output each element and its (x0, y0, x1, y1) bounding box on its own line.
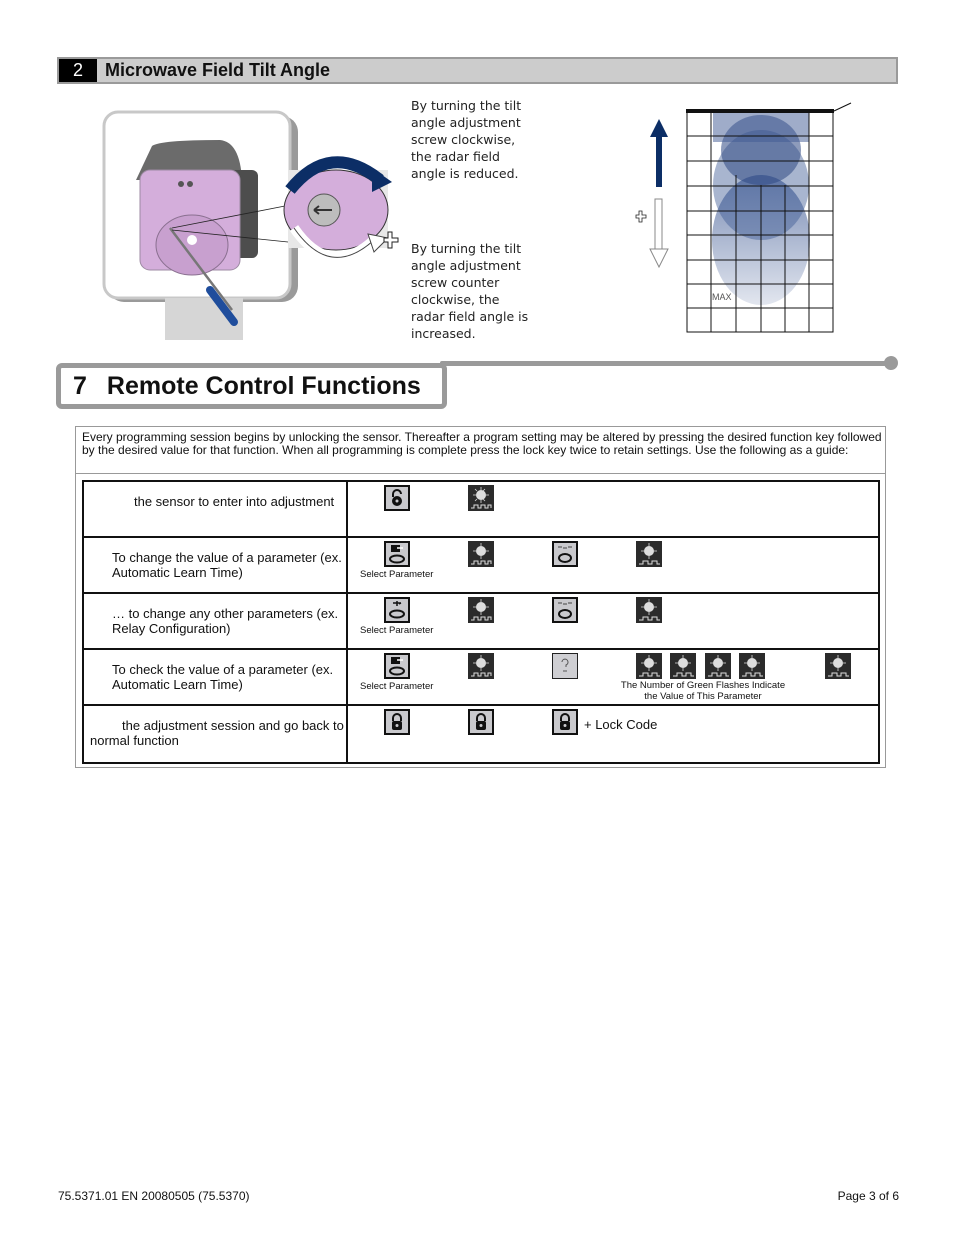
led-flash-icon (468, 653, 494, 679)
led-flash-icon (636, 653, 662, 679)
lock-key-icon (552, 709, 578, 735)
radar-field-diagram: MAX (635, 102, 852, 333)
step-row-check-value: To check the value of a parameter (ex. A… (84, 650, 878, 706)
query-key-icon (552, 653, 578, 679)
step-row-unlock: the sensor to enter into adjustment (84, 482, 878, 538)
led-flash-icon (468, 485, 494, 511)
led-dot (187, 181, 193, 187)
step-label: … to change any other parameters (ex. Re… (112, 606, 339, 636)
ceiling-line (686, 109, 834, 113)
clockwise-description: By turning the tilt angle adjustment scr… (411, 98, 522, 181)
page-number: Page 3 of 6 (837, 1189, 899, 1203)
parameter-key-icon (384, 653, 410, 679)
sensor-device-illustration (102, 110, 399, 340)
lock-key-icon (384, 709, 410, 735)
unlock-key-icon (384, 485, 410, 511)
lock-key-icon (468, 709, 494, 735)
section-number: 2 (59, 59, 97, 82)
down-arrow (654, 198, 663, 250)
section-2-header: 2 Microwave Field Tilt Angle (57, 57, 898, 84)
section-7-rule (440, 361, 890, 366)
led-flash-icon (468, 541, 494, 567)
select-parameter-caption: Select Parameter (360, 569, 434, 580)
lens-highlight (187, 235, 197, 245)
select-parameter-caption: Select Parameter (360, 625, 434, 636)
step-row-other-parameters: … to change any other parameters (ex. Re… (84, 594, 878, 650)
led-flash-icon (636, 541, 662, 567)
section-title: Remote Control Functions (106, 371, 421, 400)
led-flash-icon (705, 653, 731, 679)
steps-table: the sensor to enter into adjustment To c… (82, 480, 880, 764)
led-dot (178, 181, 184, 187)
flash-caption-line-2: the Value of This Parameter (644, 691, 762, 702)
divider (76, 473, 885, 474)
intro-text: Every programming session begins by unlo… (82, 430, 882, 457)
flash-caption-line-1: The Number of Green Flashes Indicate (620, 680, 786, 691)
step-label: the sensor to enter into adjustment (134, 494, 335, 509)
section-7-rule-dot (884, 356, 898, 370)
plus-icon (635, 210, 647, 223)
step-label: To change the value of a parameter (ex. … (112, 550, 342, 580)
led-flash-icon (636, 597, 662, 623)
document-reference: 75.5371.01 EN 20080505 (75.5370) (58, 1189, 250, 1203)
section-title: Microwave Field Tilt Angle (105, 60, 331, 80)
max-label: MAX (712, 292, 732, 302)
section-7-header: 7 Remote Control Functions (56, 363, 447, 409)
step-row-lock: the adjustment session and go back to no… (84, 706, 878, 762)
value-key-icon (552, 541, 578, 567)
led-flash-icon (825, 653, 851, 679)
step-row-change-value: To change the value of a parameter (ex. … (84, 538, 878, 594)
relay-parameter-key-icon (384, 597, 410, 623)
up-arrow (656, 135, 662, 187)
parameter-key-icon (384, 541, 410, 567)
led-flash-icon (468, 597, 494, 623)
counter-clockwise-description: By turning the tilt angle adjustment scr… (411, 241, 529, 341)
led-flash-icon (739, 653, 765, 679)
step-label: the adjustment session and go back to no… (90, 718, 344, 748)
value-key-icon (552, 597, 578, 623)
section-number: 7 (73, 371, 87, 400)
led-flash-icon (670, 653, 696, 679)
select-parameter-caption: Select Parameter (360, 681, 434, 692)
remote-control-panel: Every programming session begins by unlo… (75, 426, 886, 768)
lock-code-text: + Lock Code (584, 717, 658, 732)
step-label: To check the value of a parameter (ex. A… (112, 662, 334, 692)
